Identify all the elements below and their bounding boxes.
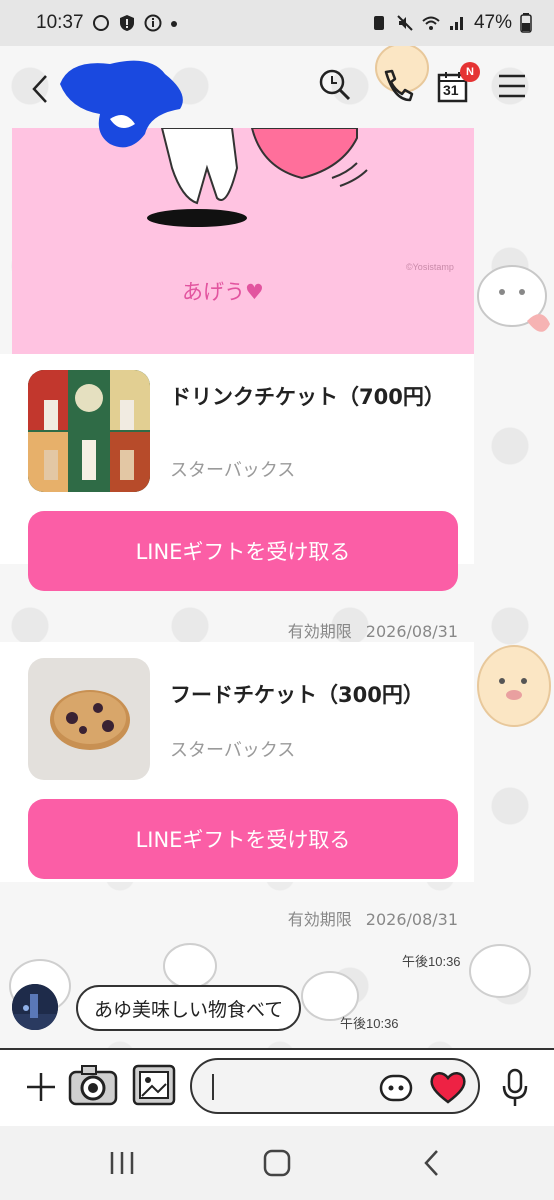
emoji-icon[interactable]: [378, 1070, 414, 1104]
redaction-scribble: [60, 60, 183, 148]
sim-icon: [373, 16, 384, 30]
drink-ticket-image[interactable]: [28, 370, 150, 492]
expiry-label: 有効期限: [287, 622, 352, 641]
text-caret: [212, 1074, 214, 1100]
camera-icon[interactable]: [68, 1064, 118, 1108]
gift-expiry: 有効期限 2026/08/31: [274, 618, 458, 642]
image-icon[interactable]: [130, 1062, 178, 1108]
search-icon[interactable]: [318, 66, 352, 104]
gift-title: ドリンクチケット（700円）: [170, 385, 445, 409]
expiry-date: 2026/08/31: [365, 910, 458, 929]
expiry-date: 2026/08/31: [365, 622, 458, 641]
gift-brand: スターバックス: [170, 740, 296, 761]
bear-doodle: [477, 645, 551, 727]
stamp-illustration: [147, 128, 368, 227]
calendar-badge: N: [460, 62, 480, 82]
message-bubble[interactable]: あゆ美味しい物食べて: [76, 985, 302, 1031]
mic-icon[interactable]: [500, 1068, 530, 1108]
heart-icon[interactable]: [428, 1068, 468, 1106]
bear-doodle: [477, 265, 550, 332]
stamp-message[interactable]: [12, 128, 474, 354]
food-ticket-image[interactable]: [28, 658, 150, 780]
gift-title: フードチケット（300円）: [170, 683, 424, 707]
gift-brand: スターバックス: [170, 460, 296, 481]
calendar-icon[interactable]: 31 N: [436, 62, 480, 104]
status-bar: 10:37 47%: [0, 0, 554, 46]
home-icon[interactable]: [262, 1148, 292, 1178]
sent-time: 午後10:36: [402, 954, 461, 969]
phone-icon[interactable]: [380, 66, 414, 104]
chat-notification-icon: [92, 15, 109, 31]
nav-back-icon[interactable]: [420, 1148, 444, 1178]
recents-icon[interactable]: [108, 1150, 136, 1176]
stamp-credit: ©Yosistamp: [406, 262, 454, 272]
menu-icon[interactable]: [496, 66, 530, 104]
status-time: 10:37: [36, 12, 84, 33]
avatar[interactable]: [12, 984, 58, 1030]
expiry-label: 有効期限: [287, 910, 352, 929]
mute-icon: [397, 15, 413, 31]
battery-percent: 47%: [473, 12, 512, 33]
shield-alert-icon: [119, 15, 134, 31]
signal-icon: [449, 17, 463, 30]
receive-gift-button[interactable]: LINEギフトを受け取る: [28, 511, 458, 591]
received-time: 午後10:36: [340, 1016, 399, 1031]
receive-gift-button[interactable]: LINEギフトを受け取る: [28, 799, 458, 879]
stamp-caption: あげう♥: [182, 280, 264, 304]
gift-expiry: 有効期限 2026/08/31: [274, 906, 458, 930]
info-icon: [144, 14, 162, 32]
more-notifications-dot: [170, 21, 177, 27]
calendar-date: 31: [443, 82, 459, 98]
wifi-icon: [422, 16, 440, 30]
plus-icon[interactable]: [24, 1070, 58, 1104]
battery-icon: [520, 13, 532, 33]
